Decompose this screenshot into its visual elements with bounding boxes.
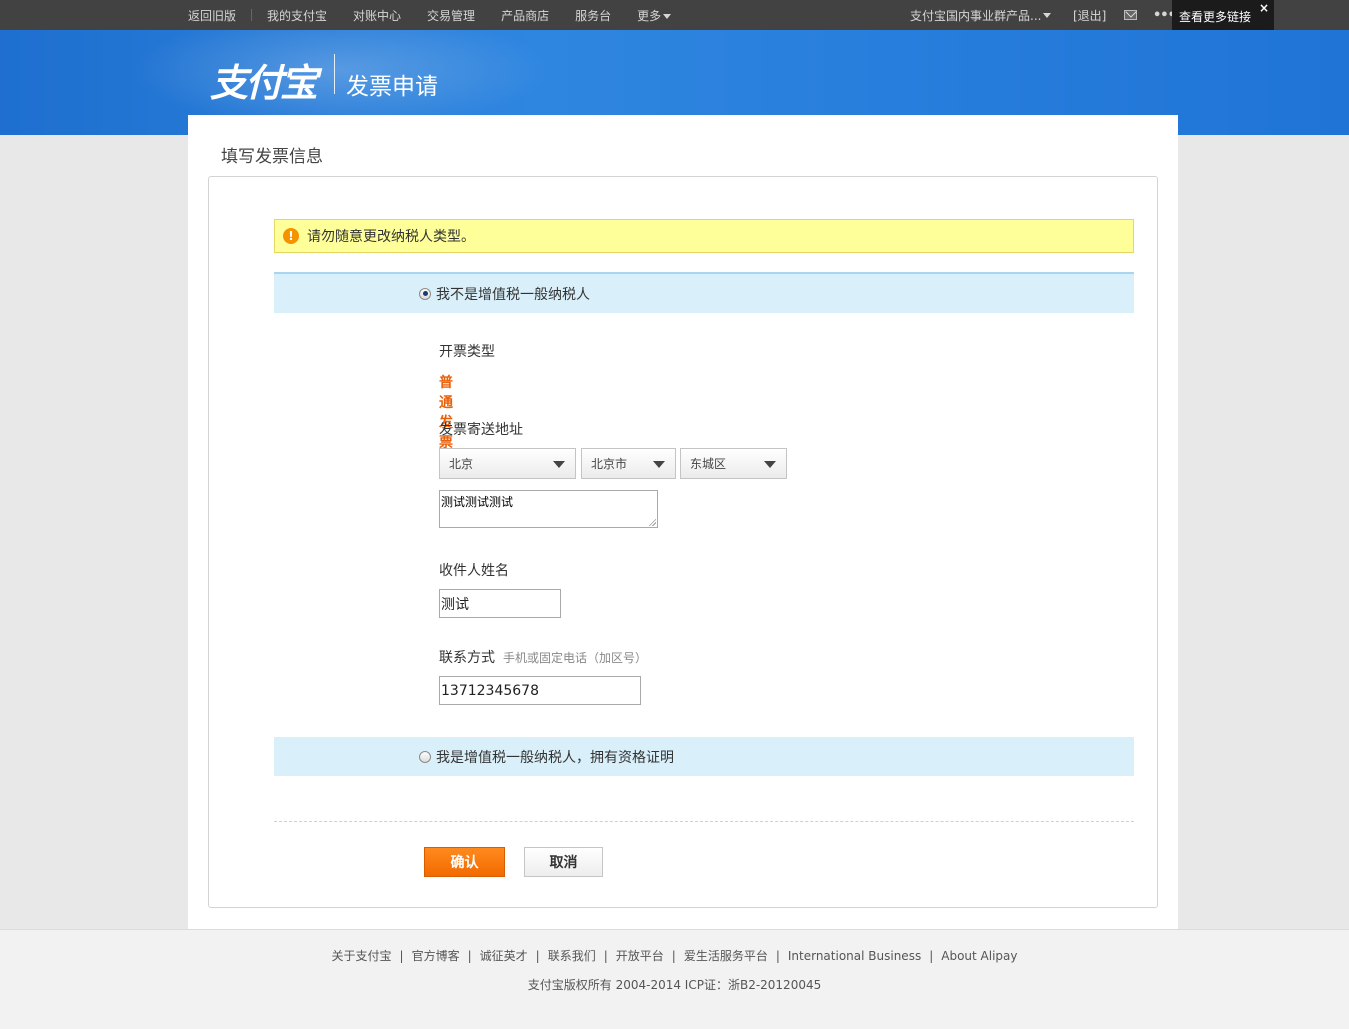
resize-grip-icon[interactable] xyxy=(648,518,656,526)
close-icon[interactable]: × xyxy=(1259,1,1269,15)
option-general-taxpayer[interactable]: 我是增值税一般纳税人，拥有资格证明 xyxy=(274,737,1134,776)
logout-link[interactable]: [退出] xyxy=(1073,7,1106,24)
contact-label: 联系方式 xyxy=(439,650,495,666)
chevron-down-icon xyxy=(1043,12,1052,18)
footer-link-life-service[interactable]: 爱生活服务平台 xyxy=(684,947,768,964)
back-old-version-link[interactable]: 返回旧版 xyxy=(188,7,236,24)
contact-phone-input[interactable]: 13712345678 xyxy=(439,676,641,705)
province-select[interactable]: 北京 xyxy=(439,448,576,479)
chevron-down-icon xyxy=(553,461,565,468)
city-value: 北京市 xyxy=(591,457,628,471)
warning-notice: ! 请勿随意更改纳税人类型。 xyxy=(274,219,1134,253)
chevron-down-icon xyxy=(653,461,665,468)
radio-not-general-taxpayer[interactable] xyxy=(419,287,431,300)
notice-text: 请勿随意更改纳税人类型。 xyxy=(307,229,475,245)
product-shop-link[interactable]: 产品商店 xyxy=(501,7,549,24)
footer-link-blog[interactable]: 官方博客 xyxy=(412,947,460,964)
cancel-button[interactable]: 取消 xyxy=(524,847,603,877)
radio-general-taxpayer[interactable] xyxy=(419,750,431,763)
city-select[interactable]: 北京市 xyxy=(581,448,676,479)
account-menu[interactable]: 支付宝国内事业群产品... xyxy=(910,0,1052,30)
more-menu[interactable]: 更多 xyxy=(637,7,672,24)
account-name: 支付宝国内事业群产品... xyxy=(910,8,1042,23)
chevron-down-icon xyxy=(663,13,672,19)
chevron-down-icon xyxy=(764,461,776,468)
contact-hint: 手机或固定电话（加区号） xyxy=(503,651,648,665)
top-bar: 返回旧版 我的支付宝 对账中心 交易管理 产品商店 服务台 更多 支付宝国内事业… xyxy=(0,0,1349,32)
main-panel: 填写发票信息 ! 请勿随意更改纳税人类型。 我不是增值税一般纳税人 开票类型 普… xyxy=(188,115,1178,929)
tooltip-text: 查看更多链接 xyxy=(1179,10,1252,24)
logo-divider xyxy=(334,54,335,94)
district-select[interactable]: 东城区 xyxy=(680,448,787,479)
recipient-name-value: 测试 xyxy=(441,596,469,613)
header-subtitle: 发票申请 xyxy=(346,74,438,100)
footer-link-open-platform[interactable]: 开放平台 xyxy=(616,947,664,964)
invoice-form-box: ! 请勿随意更改纳税人类型。 我不是增值税一般纳税人 开票类型 普通发票 发票寄… xyxy=(208,176,1158,908)
footer: 关于支付宝 | 官方博客 | 诚征英才 | 联系我们 | 开放平台 | 爱生活服务平台 | … xyxy=(0,929,1349,1029)
divider xyxy=(251,9,253,21)
recipient-name-input[interactable]: 测试 xyxy=(439,589,561,618)
more-label: 更多 xyxy=(637,8,662,23)
footer-link-international[interactable]: International Business xyxy=(788,949,921,963)
district-value: 东城区 xyxy=(690,457,727,471)
more-links-tooltip: 查看更多链接 × xyxy=(1172,0,1274,32)
alipay-logo[interactable]: 支付宝 xyxy=(210,52,318,107)
footer-links: 关于支付宝 | 官方博客 | 诚征英才 | 联系我们 | 开放平台 | 爱生活服务平台 | … xyxy=(331,947,1018,964)
confirm-button[interactable]: 确认 xyxy=(424,847,505,877)
contact-phone-value: 13712345678 xyxy=(441,682,539,699)
address-detail-value: 测试测试测试 xyxy=(441,495,514,509)
recipient-label: 收件人姓名 xyxy=(439,563,509,579)
option-not-general-taxpayer[interactable]: 我不是增值税一般纳税人 xyxy=(274,272,1134,313)
province-value: 北京 xyxy=(449,457,474,471)
reconcile-center-link[interactable]: 对账中心 xyxy=(353,7,401,24)
footer-link-careers[interactable]: 诚征英才 xyxy=(480,947,528,964)
warning-icon: ! xyxy=(283,228,299,244)
footer-link-about-alipay-en[interactable]: About Alipay xyxy=(941,949,1017,963)
option-label: 我不是增值税一般纳税人 xyxy=(436,286,590,303)
page-title: 填写发票信息 xyxy=(221,147,323,167)
my-alipay-link[interactable]: 我的支付宝 xyxy=(267,7,327,24)
option-label: 我是增值税一般纳税人，拥有资格证明 xyxy=(436,749,674,766)
address-label: 发票寄送地址 xyxy=(439,422,523,438)
mail-icon[interactable] xyxy=(1124,10,1137,20)
footer-link-contact[interactable]: 联系我们 xyxy=(548,947,596,964)
service-desk-link[interactable]: 服务台 xyxy=(575,7,611,24)
footer-link-about-alipay-cn[interactable]: 关于支付宝 xyxy=(332,947,392,964)
trade-management-link[interactable]: 交易管理 xyxy=(427,7,475,24)
top-nav: 返回旧版 我的支付宝 对账中心 交易管理 产品商店 服务台 更多 xyxy=(188,0,697,30)
contact-label-row: 联系方式 手机或固定电话（加区号） xyxy=(439,647,647,667)
invoice-type-label: 开票类型 xyxy=(439,344,495,360)
invoice-type-value: 普通发票 xyxy=(439,375,453,451)
address-detail-textarea[interactable]: 测试测试测试 xyxy=(439,490,658,528)
dashed-divider xyxy=(274,821,1134,822)
copyright: 支付宝版权所有 2004-2014 ICP证：浙B2-20120045 xyxy=(527,978,822,992)
